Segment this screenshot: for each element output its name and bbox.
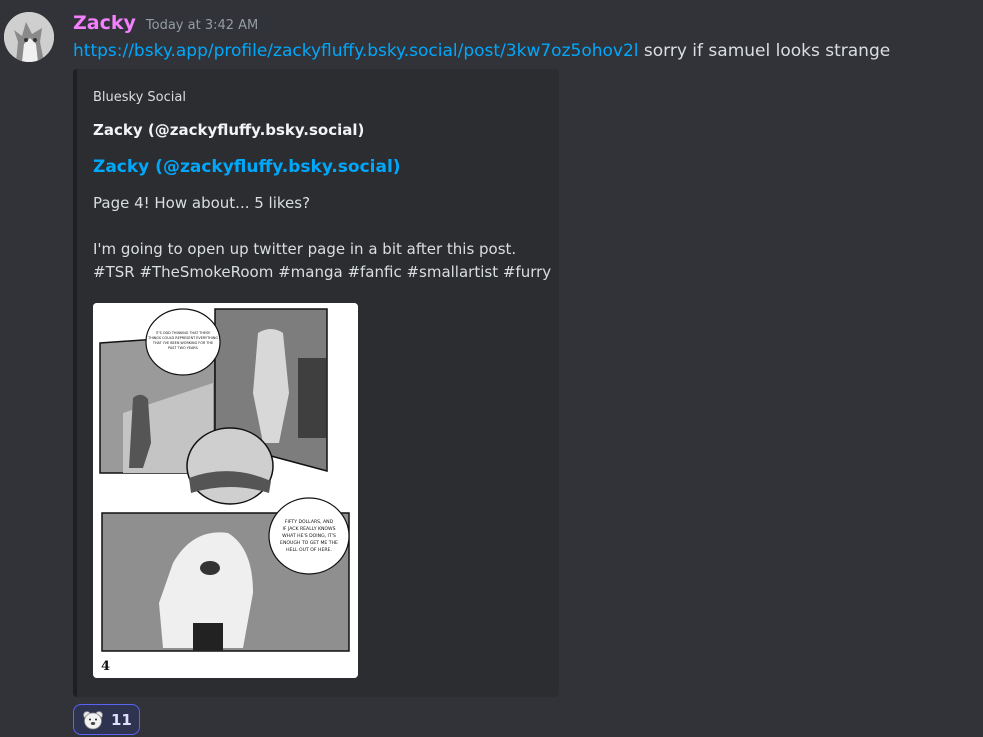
bubble-1-line: THINGS COULD REPRESENT EVERYTHING bbox=[147, 336, 218, 340]
reaction-button[interactable]: 11 bbox=[73, 704, 140, 735]
manga-page: IT'S ODD THINKING THAT THESE THINGS COUL… bbox=[93, 303, 358, 678]
bubble-1-line: PAST TWO YEARS bbox=[168, 346, 198, 350]
chat-message: Zacky Today at 3:42 AM https://bsky.app/… bbox=[0, 0, 983, 737]
bubble-2-line: FIFTY DOLLARS, AND bbox=[285, 519, 334, 525]
comic-panel bbox=[186, 427, 274, 505]
description-line: #TSR #TheSmokeRoom #manga #fanfic #small… bbox=[93, 263, 552, 281]
bubble-2-line: ENOUGH TO GET ME THE bbox=[280, 540, 338, 546]
reaction-count: 11 bbox=[111, 710, 132, 729]
post-link[interactable]: https://bsky.app/profile/zackyfluffy.bsk… bbox=[73, 41, 639, 61]
bubble-1-line: THAT I'VE BEEN WORKING FOR THE bbox=[152, 341, 213, 345]
bubble-2-line: IF JACK REALLY KNOWS bbox=[282, 526, 335, 532]
user-avatar[interactable] bbox=[4, 12, 54, 62]
avatar-image bbox=[4, 12, 54, 62]
description-line: I'm going to open up twitter page in a b… bbox=[93, 240, 517, 258]
message-header: Zacky Today at 3:42 AM bbox=[73, 12, 258, 34]
description-line bbox=[93, 215, 551, 238]
bear-face-icon bbox=[82, 710, 104, 730]
embed-author: Zacky (@zackyfluffy.bsky.social) bbox=[93, 121, 365, 139]
message-text: sorry if samuel looks strange bbox=[638, 41, 891, 61]
description-line: Page 4! How about... 5 likes? bbox=[93, 194, 311, 212]
embed-description: Page 4! How about... 5 likes? I'm going … bbox=[93, 192, 551, 284]
link-embed: Bluesky Social Zacky (@zackyfluffy.bsky.… bbox=[73, 69, 559, 697]
username[interactable]: Zacky bbox=[73, 12, 136, 34]
bubble-1-line: IT'S ODD THINKING THAT THESE bbox=[156, 331, 211, 335]
page-number: 4 bbox=[101, 659, 110, 674]
embed-title-link[interactable]: Zacky (@zackyfluffy.bsky.social) bbox=[93, 157, 401, 177]
embed-image[interactable]: IT'S ODD THINKING THAT THESE THINGS COUL… bbox=[93, 303, 358, 678]
speech-bubble-text: FIFTY DOLLARS, AND IF JACK REALLY KNOWS … bbox=[280, 519, 338, 553]
bubble-2-line: WHAT HE'S DOING, IT'S bbox=[282, 533, 336, 539]
embed-provider: Bluesky Social bbox=[93, 90, 186, 105]
message-content: https://bsky.app/profile/zackyfluffy.bsk… bbox=[73, 40, 890, 62]
bubble-2-line: HELL OUT OF HERE. bbox=[286, 547, 332, 553]
timestamp: Today at 3:42 AM bbox=[145, 18, 259, 33]
